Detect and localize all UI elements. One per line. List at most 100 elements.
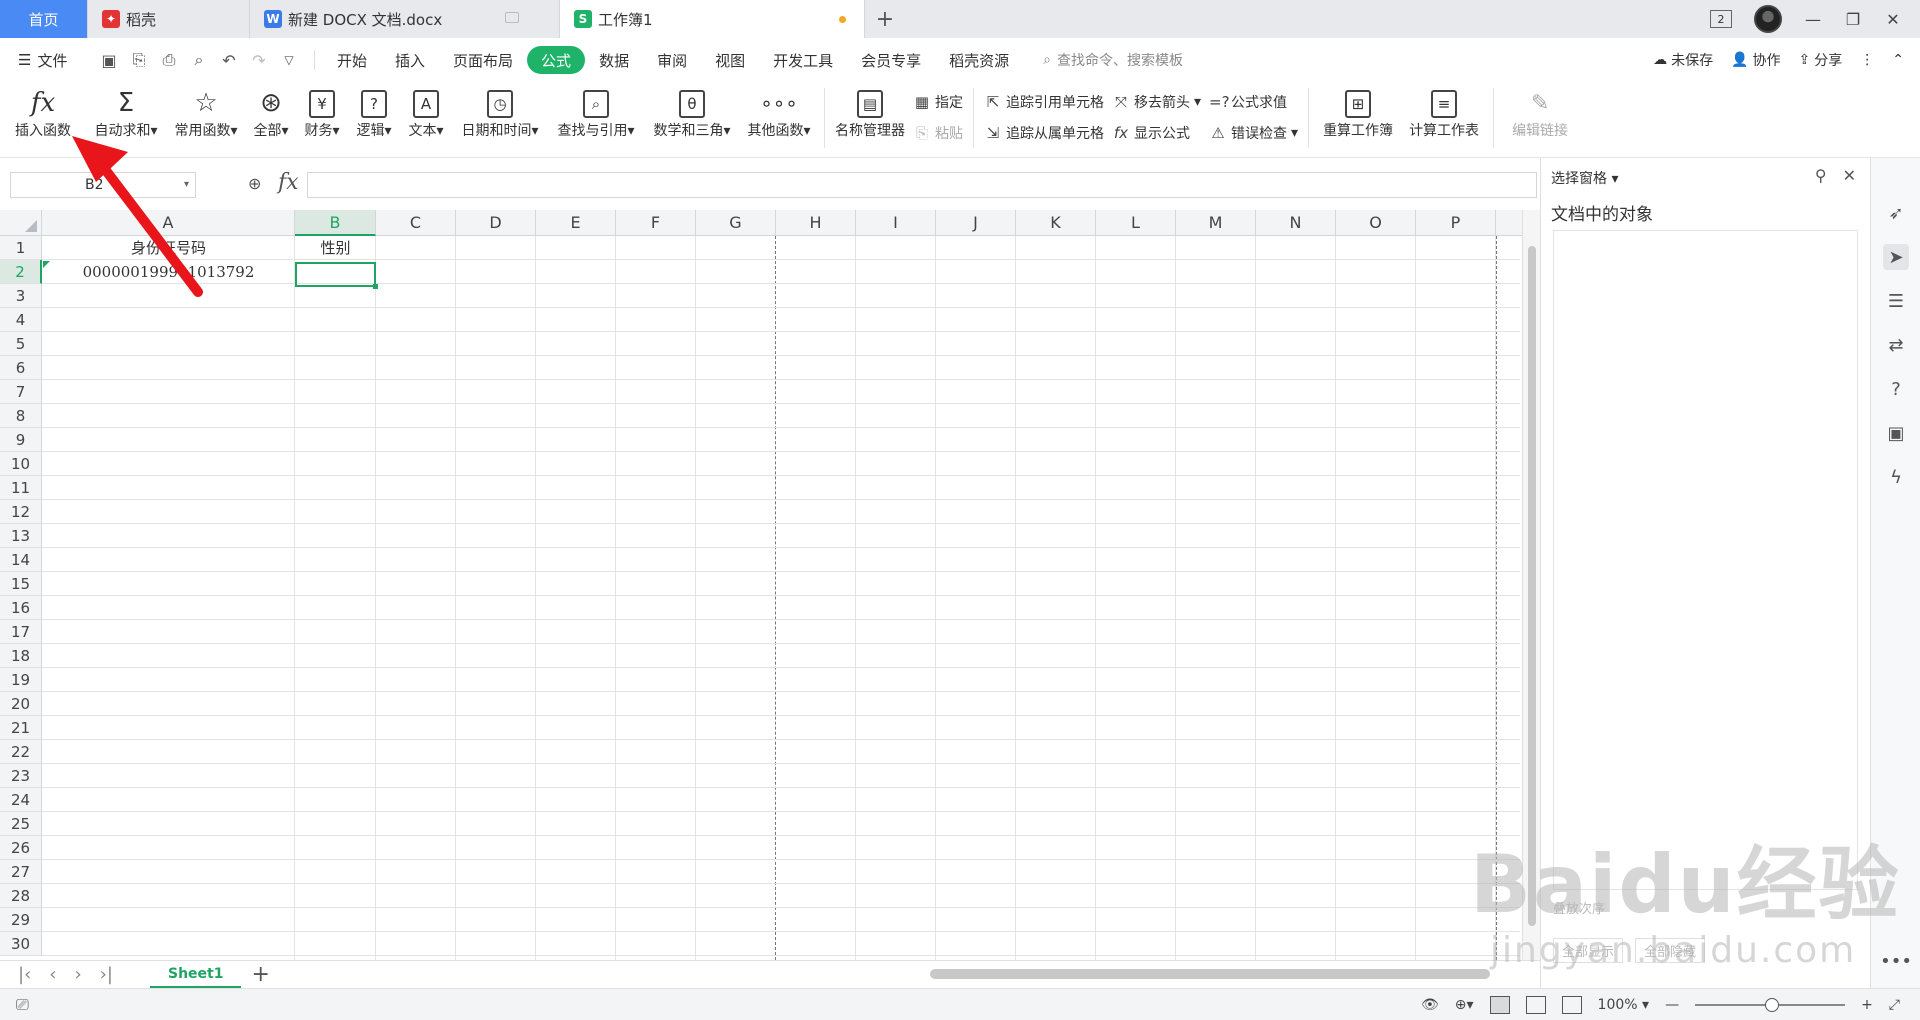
- row-header-5[interactable]: 5: [0, 332, 42, 356]
- tab-formulas[interactable]: 公式: [527, 46, 586, 74]
- row-header-30[interactable]: 30: [0, 932, 42, 956]
- formula-input[interactable]: [307, 172, 1537, 198]
- selection-pane-title[interactable]: 选择窗格 ▾: [1551, 168, 1618, 188]
- column-header-i[interactable]: I: [856, 210, 936, 236]
- row-header-15[interactable]: 15: [0, 572, 42, 596]
- remove-arrows-button[interactable]: ⤧ 移去箭头 ▾: [1112, 88, 1201, 116]
- zoom-out-icon[interactable]: —: [1665, 997, 1679, 1013]
- row-header-11[interactable]: 11: [0, 476, 42, 500]
- edit-links-button[interactable]: ✎ 编辑链接: [1500, 82, 1580, 152]
- row-header-18[interactable]: 18: [0, 644, 42, 668]
- zoom-slider[interactable]: [1695, 997, 1846, 1012]
- add-sheet-button[interactable]: +: [251, 962, 269, 987]
- tab-developer[interactable]: 开发工具: [759, 46, 847, 74]
- row-header-28[interactable]: 28: [0, 884, 42, 908]
- pin-icon[interactable]: ⚲: [1815, 166, 1827, 185]
- export-icon[interactable]: ⎘: [130, 50, 148, 70]
- name-box[interactable]: B2 ▾: [10, 172, 196, 198]
- horizontal-scrollbar[interactable]: [930, 969, 1490, 979]
- calc-sheet-button[interactable]: ≡ 计算工作表: [1401, 82, 1487, 152]
- lookup-button[interactable]: ⌕ 查找与引用▾: [548, 82, 644, 152]
- column-header-f[interactable]: F: [616, 210, 696, 236]
- collab-button[interactable]: 👤 协作: [1731, 50, 1780, 70]
- row-header-25[interactable]: 25: [0, 812, 42, 836]
- column-header-e[interactable]: E: [536, 210, 616, 236]
- tab-review[interactable]: 审阅: [643, 46, 701, 74]
- column-header-h[interactable]: H: [776, 210, 856, 236]
- image-edit-icon[interactable]: ▣: [1883, 420, 1909, 446]
- column-header-l[interactable]: L: [1096, 210, 1176, 236]
- row-header-1[interactable]: 1: [0, 236, 42, 260]
- trace-dependents-button[interactable]: ⇲ 追踪从属单元格: [984, 119, 1104, 147]
- paste-button[interactable]: ⎘ 粘贴: [913, 119, 963, 147]
- column-header-c[interactable]: C: [376, 210, 456, 236]
- row-header-9[interactable]: 9: [0, 428, 42, 452]
- zoom-slider-knob[interactable]: [1765, 997, 1780, 1012]
- macro-record-icon[interactable]: ⎚: [0, 995, 29, 1015]
- collapse-ribbon-icon[interactable]: ⌃: [1892, 52, 1904, 68]
- tab-member[interactable]: 会员专享: [847, 46, 935, 74]
- selected-cell-b2[interactable]: [295, 262, 378, 289]
- insert-function-button[interactable]: fx 插入函数: [0, 82, 86, 152]
- other-functions-button[interactable]: ∘∘∘ 其他函数▾: [740, 82, 818, 152]
- avatar[interactable]: [1754, 5, 1782, 33]
- save-icon[interactable]: ▣: [100, 51, 118, 70]
- column-header-b[interactable]: B: [295, 210, 376, 236]
- row-header-10[interactable]: 10: [0, 452, 42, 476]
- tab-daoke-resources[interactable]: 稻壳资源: [935, 46, 1023, 74]
- more-icon[interactable]: •••: [1880, 948, 1912, 974]
- fx-icon[interactable]: fx: [278, 170, 299, 195]
- print-preview-icon[interactable]: ⌕: [190, 50, 208, 70]
- spreadsheet-grid[interactable]: ABCDEFGHIJKLMNOP 1 2 3 4 5 6 7 8 9 10 11 12 13 14 15 16…: [0, 210, 1540, 960]
- more-icon[interactable]: ⋮: [1860, 52, 1874, 68]
- minimize-icon[interactable]: —: [1804, 10, 1822, 29]
- tab-docx[interactable]: W 新建 DOCX 文档.docx: [250, 0, 560, 38]
- row-header-17[interactable]: 17: [0, 620, 42, 644]
- normal-view-icon[interactable]: [1489, 995, 1510, 1014]
- window-count-badge[interactable]: 2: [1710, 10, 1732, 28]
- cell-b1[interactable]: 性别: [295, 236, 376, 260]
- last-sheet-icon[interactable]: ›|: [100, 964, 113, 985]
- column-header-j[interactable]: J: [936, 210, 1016, 236]
- sheet-tab-sheet1[interactable]: Sheet1: [150, 961, 242, 988]
- tab-start[interactable]: 开始: [323, 46, 381, 74]
- column-header-o[interactable]: O: [1336, 210, 1416, 236]
- redo-icon[interactable]: ↷: [250, 51, 268, 70]
- restore-icon[interactable]: ❐: [1844, 10, 1862, 29]
- tab-insert[interactable]: 插入: [381, 46, 439, 74]
- sliders-icon[interactable]: ☰: [1883, 288, 1909, 314]
- cell-a1[interactable]: 身份证号码: [42, 236, 295, 260]
- eye-protection-icon[interactable]: 👁: [1421, 997, 1439, 1013]
- column-header-p[interactable]: P: [1416, 210, 1496, 236]
- column-header-g[interactable]: G: [696, 210, 776, 236]
- zoom-in-icon[interactable]: +: [1861, 997, 1873, 1013]
- help-icon[interactable]: ?: [1883, 376, 1909, 402]
- chevron-down-icon[interactable]: ▾: [184, 173, 189, 197]
- row-header-23[interactable]: 23: [0, 764, 42, 788]
- print-icon[interactable]: ⎙: [160, 50, 178, 70]
- error-check-button[interactable]: ⚠ 错误检查 ▾: [1209, 119, 1298, 147]
- tab-workbook[interactable]: S 工作簿1: [560, 0, 865, 38]
- logic-button[interactable]: ? 逻辑▾: [348, 82, 400, 152]
- column-header-n[interactable]: N: [1256, 210, 1336, 236]
- first-sheet-icon[interactable]: |‹: [18, 964, 31, 985]
- math-button[interactable]: θ 数学和三角▾: [644, 82, 740, 152]
- objects-list[interactable]: [1553, 230, 1858, 890]
- row-header-22[interactable]: 22: [0, 740, 42, 764]
- zoom-level[interactable]: 100% ▾: [1598, 997, 1650, 1013]
- cell-a2[interactable]: 000000199901013792: [42, 260, 295, 284]
- row-header-12[interactable]: 12: [0, 500, 42, 524]
- page-break-view-icon[interactable]: [1561, 995, 1582, 1014]
- recalc-workbook-button[interactable]: ⊞ 重算工作簿: [1315, 82, 1401, 152]
- datetime-button[interactable]: ◷ 日期和时间▾: [452, 82, 548, 152]
- rocket-icon[interactable]: ➶: [1883, 200, 1909, 226]
- show-formula-button[interactable]: fx 显示公式: [1112, 119, 1201, 147]
- tab-view[interactable]: 视图: [701, 46, 759, 74]
- row-header-4[interactable]: 4: [0, 308, 42, 332]
- tab-home[interactable]: 首页: [0, 0, 88, 38]
- column-header-a[interactable]: A: [42, 210, 295, 236]
- tab-daoke[interactable]: ✦ 稻壳: [88, 0, 250, 38]
- transform-icon[interactable]: ⇄: [1883, 332, 1909, 358]
- name-manager-button[interactable]: ▤ 名称管理器: [831, 82, 909, 152]
- file-menu[interactable]: ☰ 文件: [0, 50, 92, 71]
